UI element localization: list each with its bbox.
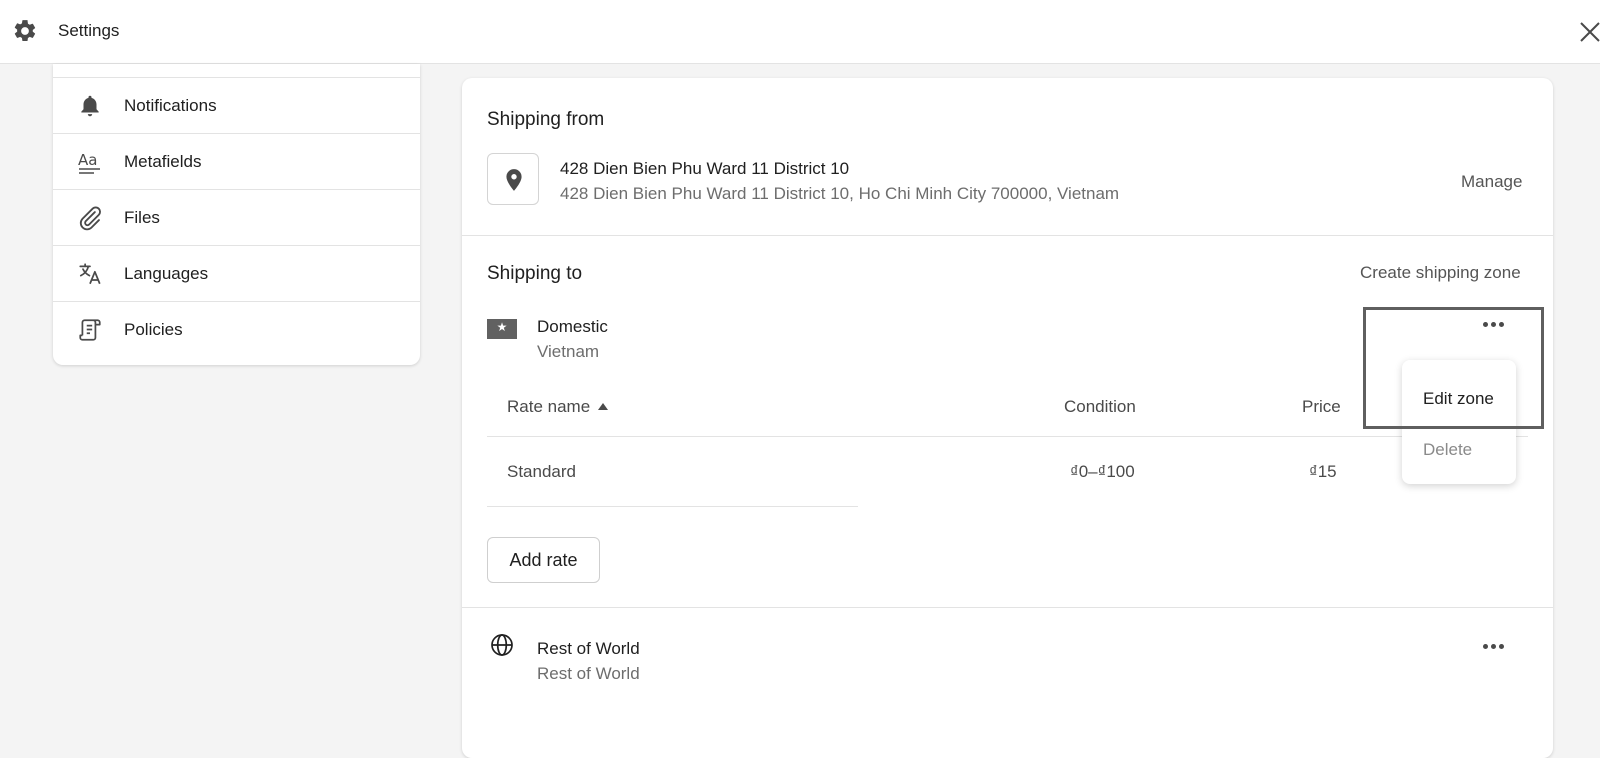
zone-name: Rest of World — [537, 639, 640, 658]
page-title: Settings — [58, 21, 120, 40]
condition-header: Condition — [1064, 397, 1136, 416]
zone-countries: Rest of World — [537, 664, 640, 683]
create-shipping-zone-button[interactable]: Create shipping zone — [1360, 263, 1521, 283]
sidebar-item-policies[interactable]: Policies — [53, 302, 420, 358]
close-icon[interactable] — [1578, 20, 1600, 44]
location-thumbnail — [487, 153, 539, 205]
bell-icon — [81, 95, 99, 117]
add-rate-button[interactable]: Add rate — [487, 537, 600, 583]
more-actions-icon[interactable] — [1480, 318, 1508, 332]
rate-name-header[interactable]: Rate name — [507, 397, 590, 417]
manage-button[interactable]: Manage — [1461, 172, 1522, 192]
sidebar-item-label: Notifications — [124, 96, 217, 115]
svg-text:Aa: Aa — [78, 151, 97, 169]
zone-actions-menu: Edit zone Delete — [1402, 360, 1516, 484]
sort-ascending-icon[interactable] — [598, 403, 608, 410]
paperclip-icon — [79, 206, 101, 231]
rate-name-cell: Standard — [507, 462, 576, 481]
vietnam-flag-icon: ★ — [487, 319, 517, 339]
shipping-from-title: Shipping from — [487, 109, 605, 130]
sidebar-item-notifications[interactable]: Notifications — [53, 78, 420, 134]
location-address: 428 Dien Bien Phu Ward 11 District 10, H… — [560, 184, 1120, 203]
metafields-icon: Aa — [78, 151, 100, 174]
more-actions-icon[interactable] — [1480, 640, 1508, 654]
price-header: Price — [1302, 397, 1341, 416]
rate-price-cell: ₫15 — [1309, 462, 1337, 481]
sidebar-item-label: Languages — [124, 264, 209, 283]
sidebar-item-label: Metafields — [124, 152, 202, 171]
translate-icon — [79, 263, 101, 285]
rate-condition-cell: ₫0–₫100 — [1070, 462, 1135, 481]
sidebar-item-files[interactable]: Files — [53, 190, 420, 246]
location-pin-icon — [506, 169, 522, 191]
zone-name: Domestic — [537, 317, 608, 336]
sidebar-item-metafields[interactable]: Aa Metafields — [53, 134, 420, 190]
shipping-to-title: Shipping to — [487, 263, 583, 284]
table-header-divider — [487, 436, 1528, 437]
table-row-divider — [487, 506, 858, 507]
section-divider — [462, 235, 1553, 236]
zone-countries: Vietnam — [537, 342, 600, 361]
settings-sidebar: Notifications Aa Metafields Files Langua… — [53, 64, 420, 365]
sidebar-item-label: Policies — [124, 320, 183, 339]
policy-scroll-icon — [79, 319, 101, 341]
location-name: 428 Dien Bien Phu Ward 11 District 10 — [560, 159, 850, 178]
shipping-card: Shipping from 428 Dien Bien Phu Ward 11 … — [462, 78, 1553, 758]
sidebar-item-label: Files — [124, 208, 160, 227]
gear-icon — [14, 20, 36, 42]
section-divider — [462, 607, 1553, 608]
edit-zone-menu-item[interactable]: Edit zone — [1423, 389, 1494, 409]
top-bar: Settings — [0, 0, 1600, 64]
sidebar-item-languages[interactable]: Languages — [53, 246, 420, 302]
globe-icon — [491, 634, 513, 656]
delete-menu-item[interactable]: Delete — [1423, 440, 1472, 460]
